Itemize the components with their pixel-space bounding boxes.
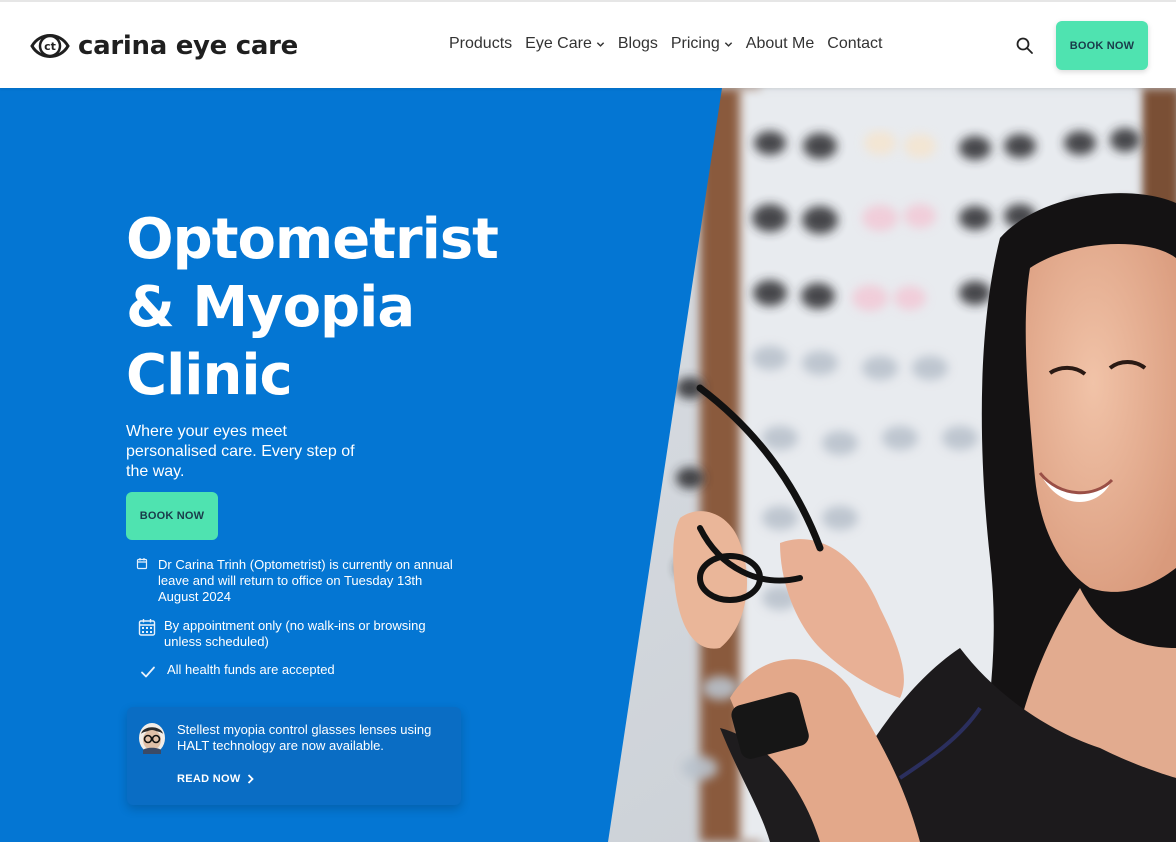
nav-item-label: Blogs [617, 35, 658, 52]
hero-book-now-button[interactable]: BOOK NOW [126, 492, 218, 540]
chevron-right-icon [247, 774, 254, 784]
read-now-link[interactable]: READ NOW [177, 773, 254, 785]
hero-title-line: & Myopia [126, 275, 415, 340]
nav-item-blogs[interactable]: Blogs [618, 35, 658, 53]
book-now-button[interactable]: BOOK NOW [1056, 21, 1148, 70]
chevron-down-icon [596, 41, 605, 47]
hero-title-line: Clinic [126, 343, 293, 408]
read-now-label: READ NOW [177, 773, 241, 785]
nav-item-products[interactable]: Products [449, 35, 512, 53]
notice-text: Dr Carina Trinh (Optometrist) is current… [158, 557, 453, 604]
checkmark-icon [141, 666, 155, 678]
search-icon[interactable] [1015, 36, 1035, 56]
promo-text: Stellest myopia control glasses lenses u… [177, 722, 432, 753]
main-nav: Products Eye Care Blogs Pricing About Me… [449, 35, 895, 53]
eye-logo-icon: ct [30, 34, 70, 58]
promo-card: Stellest myopia control glasses lenses u… [127, 707, 461, 805]
nav-item-about-me[interactable]: About Me [746, 35, 814, 53]
nav-item-eye-care[interactable]: Eye Care [525, 35, 605, 53]
logo-mark-text: ct [44, 40, 56, 53]
hero-title: Optometrist & Myopia Clinic [126, 206, 546, 410]
calendar-icon [136, 558, 148, 570]
notice-text: By appointment only (no walk-ins or brow… [164, 618, 426, 649]
chevron-down-icon [724, 41, 732, 47]
site-logo[interactable]: ct carina eye care [30, 26, 298, 66]
nav-item-label: Products [449, 35, 513, 52]
hero-title-line: Optometrist [126, 207, 499, 272]
nav-item-pricing[interactable]: Pricing [671, 35, 733, 53]
nav-item-contact[interactable]: Contact [827, 35, 882, 53]
nav-item-label: Eye Care [525, 35, 592, 52]
nav-item-label: About Me [745, 35, 815, 52]
hero-section: Optometrist & Myopia Clinic Where your e… [0, 88, 1176, 842]
site-header: ct carina eye care Products Eye Care Blo… [0, 0, 1176, 88]
nav-item-label: Contact [827, 35, 883, 52]
hero-subtitle: Where your eyes meet personalised care. … [126, 423, 355, 480]
nav-item-label: Pricing [670, 35, 720, 52]
child-with-glasses-avatar [139, 723, 165, 754]
notice-text: All health funds are accepted [167, 662, 335, 677]
calendar-grid-icon [138, 619, 156, 636]
brand-name: carina eye care [78, 31, 298, 61]
